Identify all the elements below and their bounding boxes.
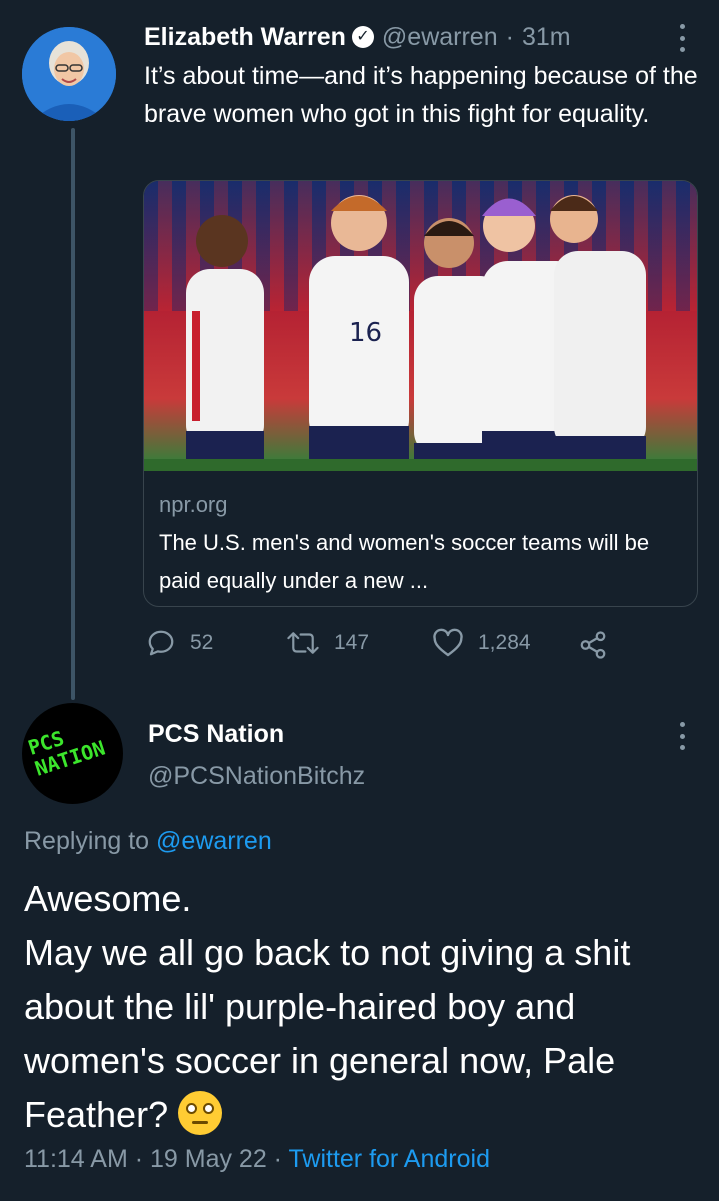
reply-author-handle[interactable]: @PCSNationBitchz bbox=[148, 762, 365, 791]
reply-author-name[interactable]: PCS Nation bbox=[148, 720, 284, 749]
tweet-text: It’s about time—and it’s happening becau… bbox=[144, 62, 698, 128]
author-avatar[interactable] bbox=[22, 27, 116, 121]
reply-action[interactable]: 52 bbox=[146, 628, 213, 658]
replying-to-label: Replying to bbox=[24, 827, 150, 855]
author-name[interactable]: Elizabeth Warren bbox=[144, 23, 346, 52]
retweet-action[interactable]: 147 bbox=[286, 628, 369, 658]
thread-line bbox=[71, 128, 75, 700]
reply-author-avatar[interactable]: PCS NATION bbox=[22, 703, 123, 804]
reply-text-body: May we all go back to not giving a shit … bbox=[24, 932, 631, 1135]
retweet-count: 147 bbox=[334, 631, 370, 654]
reply-text-line1: Awesome. bbox=[24, 878, 192, 919]
card-image: 16 bbox=[144, 181, 697, 471]
reply-more-options-icon[interactable] bbox=[672, 722, 692, 750]
reply-count: 52 bbox=[190, 631, 214, 654]
replying-to-handle-link[interactable]: @ewarren bbox=[156, 827, 272, 855]
reply-timestamp[interactable]: 11:14 AM · 19 May 22 · bbox=[24, 1145, 289, 1173]
verified-badge-icon: ✓ bbox=[351, 26, 374, 48]
more-options-icon[interactable] bbox=[672, 24, 692, 52]
reply-meta: 11:14 AM · 19 May 22 · Twitter for Andro… bbox=[24, 1145, 490, 1174]
reply-text: Awesome. May we all go back to not givin… bbox=[24, 872, 704, 1142]
tweet-header: Elizabeth Warren ✓ @ewarren · 31m bbox=[144, 21, 571, 53]
svg-text:16: 16 bbox=[349, 318, 382, 348]
card-domain: npr.org bbox=[159, 492, 228, 517]
separator-dot: · bbox=[505, 22, 514, 51]
link-card[interactable]: 16 npr.org The U.S. men's and women's so… bbox=[143, 180, 698, 607]
author-handle[interactable]: @ewarren bbox=[382, 23, 498, 52]
card-title: The U.S. men's and women's soccer teams … bbox=[159, 530, 650, 593]
share-icon[interactable] bbox=[578, 630, 608, 665]
like-count: 1,284 bbox=[478, 631, 531, 654]
avatar-logo-text: PCS NATION bbox=[25, 725, 109, 781]
retweet-icon bbox=[287, 632, 319, 654]
rolling-eyes-emoji-icon bbox=[178, 1091, 223, 1135]
tweet-time[interactable]: 31m bbox=[522, 23, 571, 52]
like-action[interactable]: 1,284 bbox=[432, 628, 531, 658]
reply-source-link[interactable]: Twitter for Android bbox=[289, 1145, 490, 1173]
reply-icon bbox=[148, 630, 174, 656]
heart-icon bbox=[433, 628, 463, 657]
replying-to: Replying to @ewarren bbox=[24, 827, 272, 856]
